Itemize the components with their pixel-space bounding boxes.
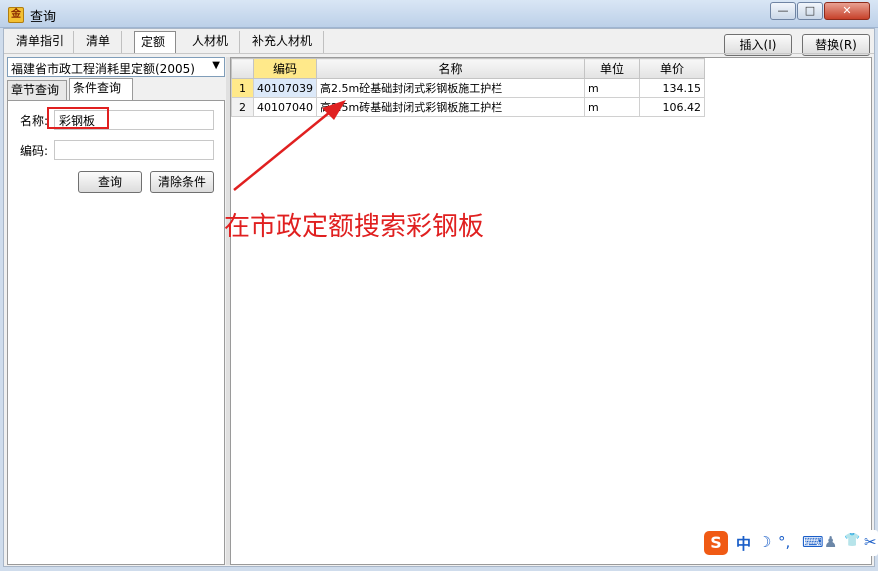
results-table: 编码 名称 单位 单价 1 40107039 高2.5m砼基础封闭式彩钢板施工护… bbox=[231, 58, 705, 117]
table-row[interactable]: 2 40107040 高2.5m砖基础封闭式彩钢板施工护栏 m 106.42 bbox=[231, 97, 705, 117]
condition-search-form: 名称: 编码: 查询 清除条件 bbox=[7, 100, 225, 565]
title-bar: 金 查询 — □ ✕ bbox=[0, 0, 878, 28]
sogou-logo-icon[interactable]: S bbox=[704, 531, 728, 555]
cell-code[interactable]: 40107040 bbox=[253, 97, 317, 117]
cell-price[interactable]: 134.15 bbox=[639, 78, 705, 98]
quota-library-value: 福建省市政工程消耗里定额(2005) bbox=[11, 62, 195, 76]
annotation-text: 在市政定额搜索彩钢板 bbox=[224, 212, 485, 242]
tools-icon[interactable]: ✂ bbox=[864, 533, 877, 551]
tab-extra-materials[interactable]: 补充人材机 bbox=[246, 31, 324, 53]
row-number-header bbox=[231, 58, 254, 79]
cell-name[interactable]: 高2.5m砖基础封闭式彩钢板施工护栏 bbox=[316, 97, 585, 117]
column-header-name[interactable]: 名称 bbox=[316, 58, 585, 79]
tab-bill[interactable]: 清单 bbox=[80, 31, 122, 53]
column-header-code[interactable]: 编码 bbox=[253, 58, 317, 79]
code-input[interactable] bbox=[54, 140, 214, 160]
column-header-price[interactable]: 单价 bbox=[639, 58, 705, 79]
chinese-mode-icon[interactable]: 中 bbox=[736, 533, 751, 554]
quota-results-grid: 编码 名称 单位 单价 1 40107039 高2.5m砼基础封闭式彩钢板施工护… bbox=[230, 57, 872, 565]
skin-icon[interactable]: 👕 bbox=[844, 533, 860, 548]
cell-unit[interactable]: m bbox=[584, 78, 640, 98]
search-panel: 福建省市政工程消耗里定额(2005) ▼ 章节查询 条件查询 名称: 编码: 查… bbox=[7, 57, 225, 565]
window-title: 查询 bbox=[30, 10, 57, 25]
cell-unit[interactable]: m bbox=[584, 97, 640, 117]
app-icon: 金 bbox=[8, 7, 24, 23]
tab-condition-search[interactable]: 条件查询 bbox=[69, 78, 133, 100]
row-number: 1 bbox=[231, 78, 254, 98]
punctuation-icon[interactable]: °, bbox=[778, 533, 790, 551]
tab-chapter-search[interactable]: 章节查询 bbox=[7, 80, 67, 100]
tab-divider bbox=[4, 53, 874, 54]
cell-name[interactable]: 高2.5m砼基础封闭式彩钢板施工护栏 bbox=[316, 78, 585, 98]
keyboard-icon[interactable]: ⌨ bbox=[802, 533, 824, 551]
minimize-button[interactable]: — bbox=[770, 2, 796, 20]
tab-quota[interactable]: 定额 bbox=[134, 31, 176, 53]
cell-code[interactable]: 40107039 bbox=[253, 78, 317, 98]
cell-price[interactable]: 106.42 bbox=[639, 97, 705, 117]
window-client: 清单指引 清单 定额 人材机 补充人材机 插入(I) 替换(R) 福建省市政工程… bbox=[3, 28, 875, 567]
maximize-button[interactable]: □ bbox=[797, 2, 823, 20]
ime-toolbar: S 中 ☽ °, ⌨ ♟ 👕 ✂ bbox=[702, 530, 878, 556]
tab-materials[interactable]: 人材机 bbox=[186, 31, 240, 53]
quota-library-select[interactable]: 福建省市政工程消耗里定额(2005) ▼ bbox=[7, 57, 225, 77]
moon-icon[interactable]: ☽ bbox=[758, 533, 771, 551]
close-button[interactable]: ✕ bbox=[824, 2, 870, 20]
chevron-down-icon[interactable]: ▼ bbox=[212, 60, 220, 71]
clear-conditions-button[interactable]: 清除条件 bbox=[150, 171, 214, 193]
column-header-unit[interactable]: 单位 bbox=[584, 58, 640, 79]
table-row[interactable]: 1 40107039 高2.5m砼基础封闭式彩钢板施工护栏 m 134.15 bbox=[231, 78, 705, 98]
tab-bill-guide[interactable]: 清单指引 bbox=[10, 31, 74, 53]
query-button[interactable]: 查询 bbox=[78, 171, 142, 193]
row-number: 2 bbox=[231, 97, 254, 117]
person-icon[interactable]: ♟ bbox=[824, 533, 837, 551]
code-label: 编码: bbox=[20, 144, 49, 158]
name-label: 名称: bbox=[20, 114, 49, 128]
name-input-highlight bbox=[47, 107, 109, 129]
